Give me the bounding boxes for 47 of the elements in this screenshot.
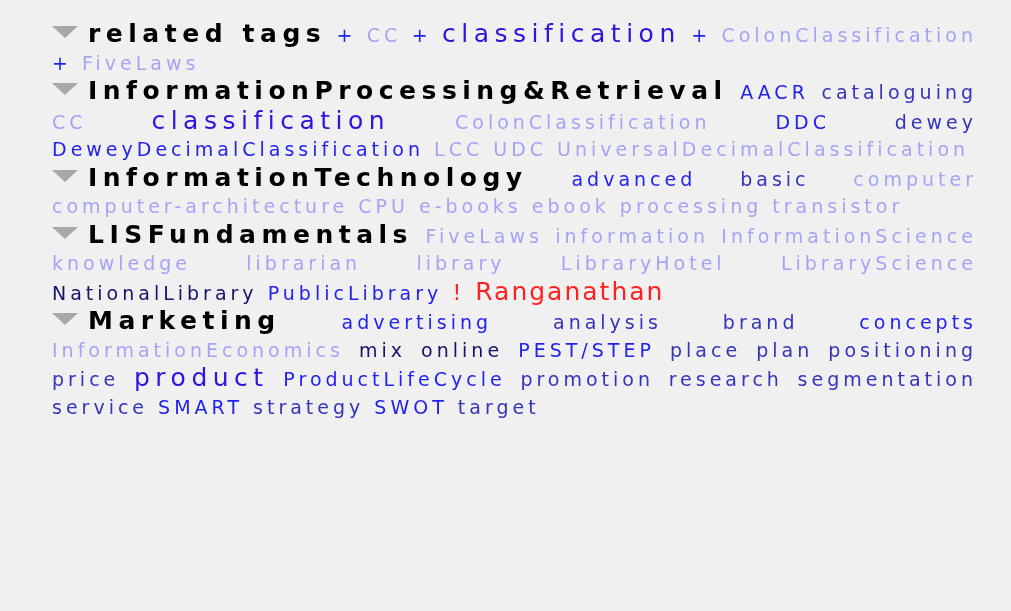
tag-link[interactable]: promotion — [520, 368, 654, 390]
collapse-triangle-icon[interactable] — [52, 226, 78, 239]
collapse-triangle-icon[interactable] — [52, 169, 78, 182]
tag-link[interactable]: plan — [756, 338, 814, 361]
add-tag-link[interactable]: + — [52, 51, 72, 74]
tag-link[interactable]: SMART — [158, 395, 243, 418]
collapse-triangle-icon[interactable] — [52, 313, 78, 325]
section-heading: related tags — [88, 19, 327, 48]
tag-link[interactable]: target — [457, 395, 540, 418]
tag-link[interactable]: positioning — [828, 338, 977, 361]
tag-link[interactable]: place — [669, 338, 742, 361]
tag-link[interactable]: PEST/STEP — [518, 338, 655, 361]
add-tag-link[interactable]: + — [691, 24, 712, 46]
section-heading: Marketing — [88, 306, 281, 335]
tag-link[interactable]: service — [52, 395, 149, 418]
tag-link[interactable]: advanced — [571, 167, 697, 190]
tag-link[interactable]: online — [421, 338, 504, 361]
alert-mark: ! — [452, 279, 466, 305]
tag-link[interactable]: advertising — [341, 311, 493, 333]
tag-link[interactable]: dewey — [894, 110, 978, 133]
tag-link[interactable]: DDC — [775, 110, 830, 133]
section-heading: LISFundamentals — [88, 219, 413, 249]
tag-link[interactable]: PublicLibrary — [267, 281, 443, 304]
section-heading: InformationProcessing&Retrieval — [88, 76, 728, 105]
tag-link[interactable]: cataloguing — [821, 81, 977, 103]
collapse-triangle-icon[interactable] — [52, 83, 78, 95]
add-tag-link[interactable]: + — [336, 24, 357, 46]
tag-link[interactable]: AACR — [740, 81, 809, 103]
tag-link[interactable]: analysis — [553, 311, 662, 333]
add-tag-link[interactable]: + — [411, 24, 432, 46]
tag-link[interactable]: brand — [722, 311, 799, 333]
tag-link[interactable]: NationalLibrary — [52, 281, 258, 304]
tag-link[interactable]: ProductLifeCycle — [283, 368, 506, 390]
tag-link[interactable]: research — [668, 368, 783, 390]
tag-link[interactable]: price — [52, 368, 120, 390]
tag-link[interactable]: basic — [740, 167, 810, 190]
tag-link[interactable]: product — [134, 363, 269, 392]
tag-link[interactable]: SWOT — [374, 395, 448, 418]
tag-link[interactable]: DeweyDecimalClassification — [52, 138, 424, 160]
tag-link[interactable]: concepts — [859, 311, 978, 333]
tag-link[interactable]: classification — [151, 105, 391, 135]
collapse-triangle-icon[interactable] — [52, 26, 78, 38]
tag-link[interactable]: segmentation — [797, 368, 977, 390]
tag-link[interactable]: mix — [358, 338, 406, 361]
tag-link[interactable]: strategy — [253, 395, 365, 418]
tag-link[interactable]: classification — [442, 19, 681, 48]
section-heading: InformationTechnology — [88, 162, 528, 192]
